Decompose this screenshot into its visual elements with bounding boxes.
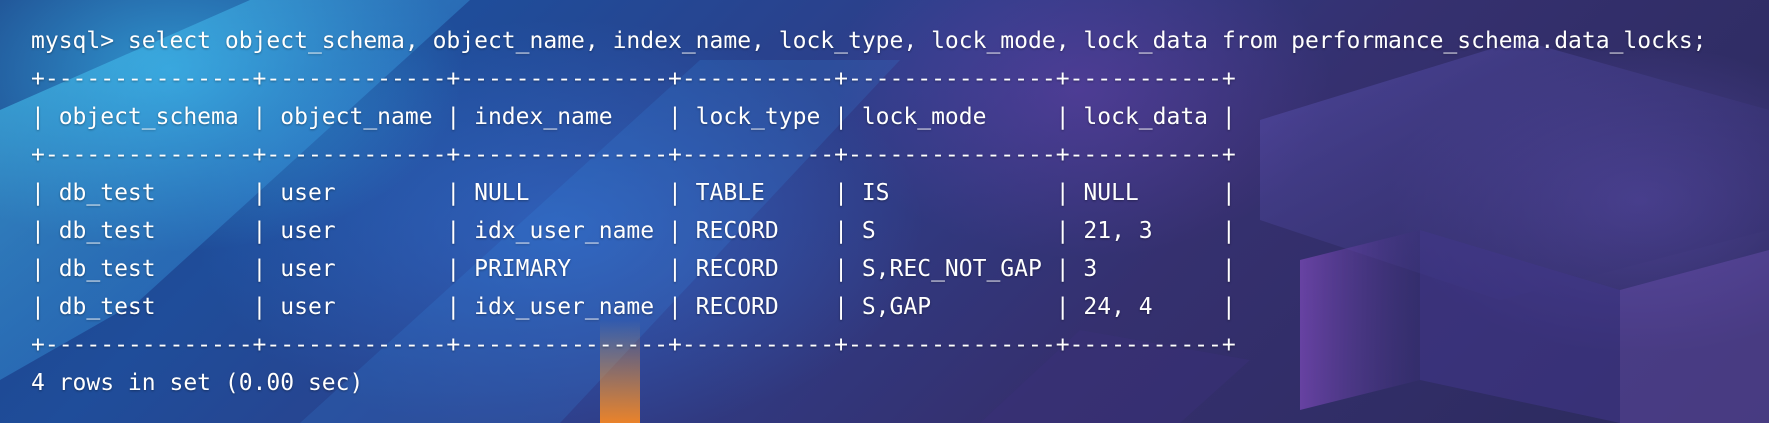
table-border: +---------------+-------------+---------… <box>31 66 1236 92</box>
table-border: +---------------+-------------+---------… <box>31 332 1236 358</box>
table-row: | db_test | user | idx_user_name | RECOR… <box>31 218 1236 244</box>
command-line: mysql> select object_schema, object_name… <box>31 28 1707 54</box>
terminal-output[interactable]: mysql> select object_schema, object_name… <box>31 22 1707 402</box>
table-border: +---------------+-------------+---------… <box>31 142 1236 168</box>
terminal-window[interactable]: mysql> select object_schema, object_name… <box>0 0 1769 423</box>
table-row: | db_test | user | idx_user_name | RECOR… <box>31 294 1236 320</box>
table-row: | db_test | user | PRIMARY | RECORD | S,… <box>31 256 1236 282</box>
result-summary: 4 rows in set (0.00 sec) <box>31 370 364 396</box>
table-row: | db_test | user | NULL | TABLE | IS | N… <box>31 180 1236 206</box>
table-header: | object_schema | object_name | index_na… <box>31 104 1236 130</box>
